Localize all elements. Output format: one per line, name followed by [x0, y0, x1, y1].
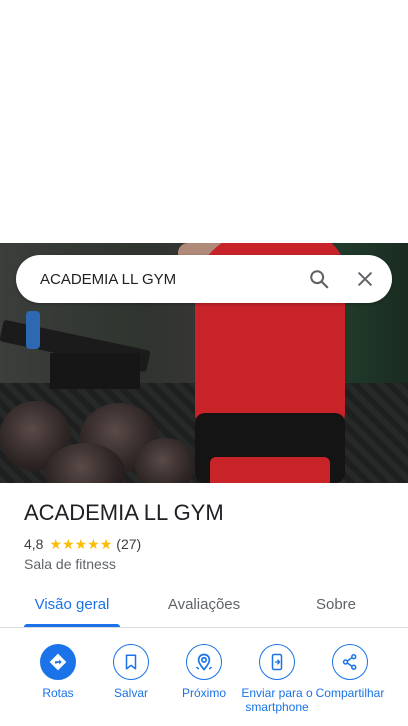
bookmark-icon[interactable]: [113, 644, 149, 680]
photo-water-bottle: [26, 311, 40, 349]
action-label: Rotas: [42, 686, 74, 700]
action-label: Compartilhar: [315, 686, 385, 700]
tab-overview[interactable]: Visão geral: [24, 582, 120, 627]
tab-label: Sobre: [315, 596, 357, 613]
search-query[interactable]: ACADEMIA LL GYM: [40, 271, 296, 288]
place-title: ACADEMIA LL GYM: [24, 500, 224, 525]
review-count[interactable]: (27): [116, 536, 141, 552]
save-button[interactable]: Salvar: [92, 644, 170, 700]
close-icon[interactable]: [342, 256, 388, 302]
tab-about[interactable]: Sobre: [296, 582, 376, 627]
tab-reviews[interactable]: Avaliações: [150, 582, 258, 627]
action-label: Enviar para o smartphone: [241, 686, 313, 714]
tab-label: Visão geral: [34, 596, 110, 613]
action-label: Próximo: [181, 686, 226, 700]
rating-value: 4,8: [24, 536, 44, 552]
tab-label: Avaliações: [167, 596, 241, 613]
share-icon[interactable]: [332, 644, 368, 680]
star-icon: ★: [49, 536, 63, 552]
place-category[interactable]: Sala de fitness: [24, 556, 116, 572]
star-rating: ★ ★ ★ ★ ★: [49, 537, 112, 551]
tab-active-indicator: [24, 624, 120, 627]
send-to-phone-icon[interactable]: [259, 644, 295, 680]
star-icon: ★: [87, 536, 100, 552]
tab-bar: Visão geral Avaliações Sobre: [0, 582, 408, 628]
star-icon: ★: [99, 536, 113, 552]
rating-row[interactable]: 4,8 ★ ★ ★ ★ ★ (27): [24, 536, 141, 552]
star-icon: ★: [74, 536, 88, 552]
share-button[interactable]: Compartilhar: [311, 644, 389, 700]
nearby-button[interactable]: Próximo: [165, 644, 243, 700]
nearby-icon[interactable]: [186, 644, 222, 680]
action-label: Salvar: [113, 686, 148, 700]
action-bar: Rotas Salvar Próximo Enviar para o smart…: [0, 640, 408, 726]
directions-button[interactable]: Rotas: [19, 644, 97, 700]
search-bar[interactable]: ACADEMIA LL GYM: [16, 255, 392, 303]
directions-icon[interactable]: [40, 644, 76, 680]
send-to-phone-button[interactable]: Enviar para o smartphone: [238, 644, 316, 714]
photo-bench-leg: [50, 353, 140, 389]
search-icon[interactable]: [296, 256, 342, 302]
star-icon: ★: [62, 536, 75, 552]
photo-person-leg: [210, 457, 330, 483]
